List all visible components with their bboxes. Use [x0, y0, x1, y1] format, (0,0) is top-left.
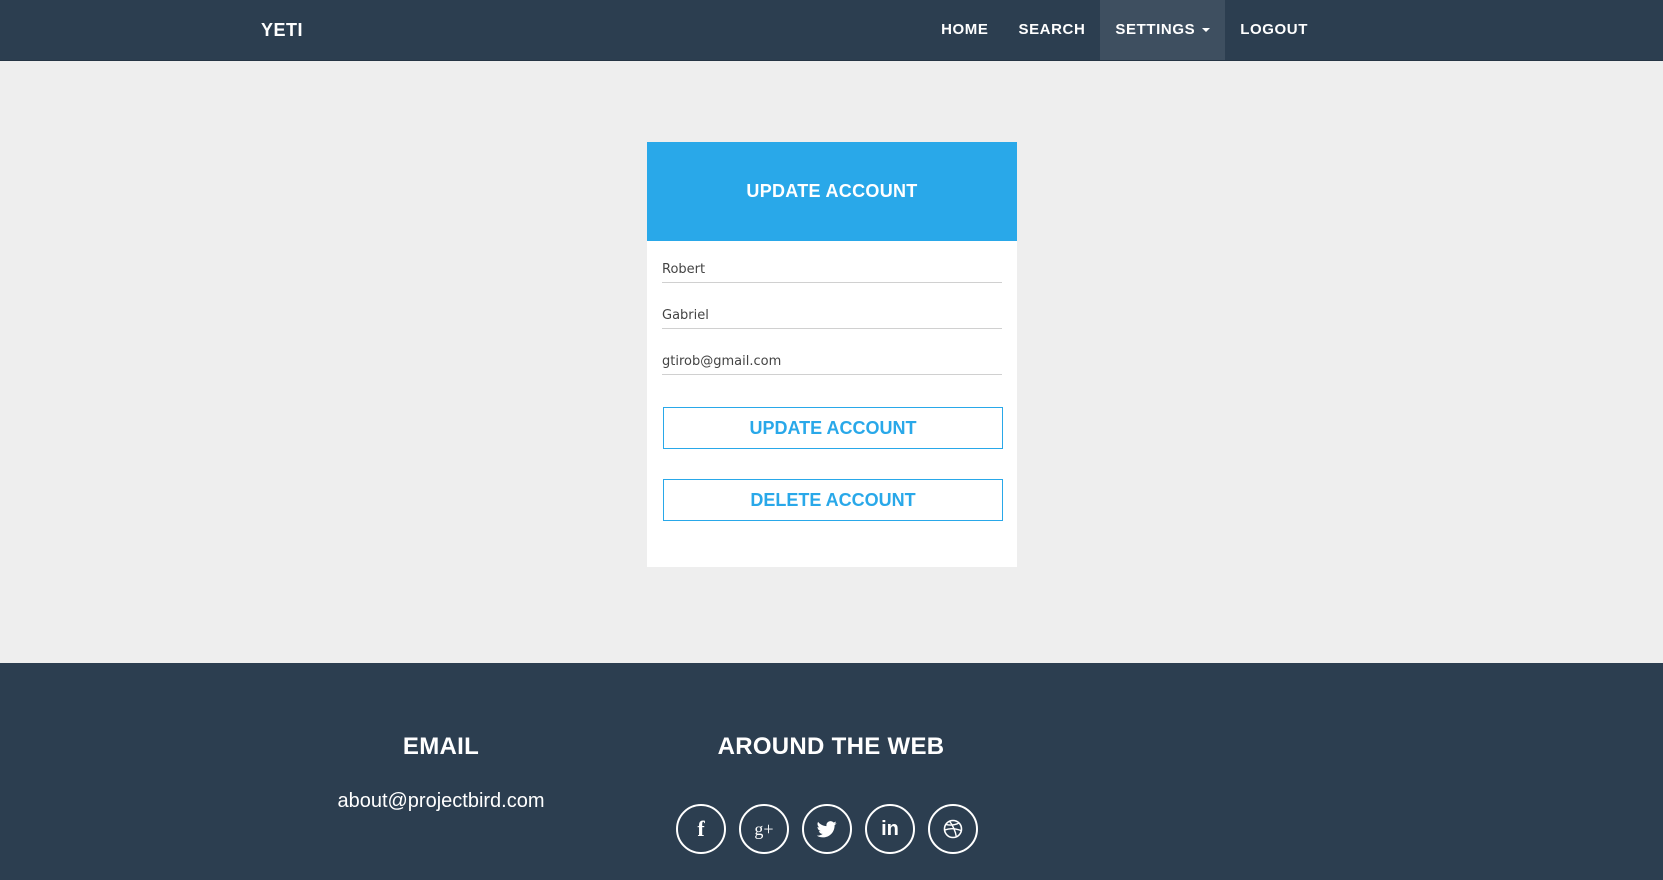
around-the-web-heading: AROUND THE WEB [717, 733, 945, 760]
nav-links: HOME SEARCH SETTINGS LOGOUT [926, 0, 1323, 60]
last-name-field[interactable] [662, 302, 1002, 329]
facebook-glyph: f [697, 816, 705, 841]
first-name-field[interactable] [662, 256, 1002, 283]
email-heading: EMAIL [402, 733, 480, 760]
facebook-icon[interactable]: f [676, 804, 726, 854]
contact-email: about@projectbird.com [337, 790, 545, 812]
caret-down-icon [1202, 28, 1211, 33]
main-content: UPDATE ACCOUNT UPDATE ACCOUNT DELETE ACC… [0, 60, 1663, 663]
nav-settings-label: SETTINGS [1115, 21, 1196, 38]
top-navbar: YETI HOME SEARCH SETTINGS LOGOUT [0, 0, 1663, 61]
card-title: UPDATE ACCOUNT [647, 142, 1017, 241]
nav-logout-link[interactable]: LOGOUT [1225, 0, 1323, 60]
email-field[interactable] [662, 348, 1002, 375]
update-account-button[interactable]: UPDATE ACCOUNT [663, 407, 1003, 449]
linkedin-glyph: in [881, 817, 899, 840]
social-links: f g+ in [676, 804, 978, 854]
nav-home-link[interactable]: HOME [926, 0, 1003, 60]
nav-settings-dropdown[interactable]: SETTINGS [1100, 0, 1226, 60]
dribbble-ball-shape [943, 819, 963, 839]
dribbble-icon[interactable] [928, 804, 978, 854]
footer: EMAIL about@projectbird.com AROUND THE W… [0, 663, 1663, 880]
nav-search-link[interactable]: SEARCH [1003, 0, 1100, 60]
delete-account-button[interactable]: DELETE ACCOUNT [663, 479, 1003, 521]
update-account-card: UPDATE ACCOUNT UPDATE ACCOUNT DELETE ACC… [647, 142, 1017, 567]
brand-logo[interactable]: YETI [261, 0, 303, 60]
twitter-icon[interactable] [802, 804, 852, 854]
google-plus-glyph: g+ [754, 818, 774, 839]
linkedin-icon[interactable]: in [865, 804, 915, 854]
google-plus-icon[interactable]: g+ [739, 804, 789, 854]
twitter-bird-shape [817, 820, 837, 837]
